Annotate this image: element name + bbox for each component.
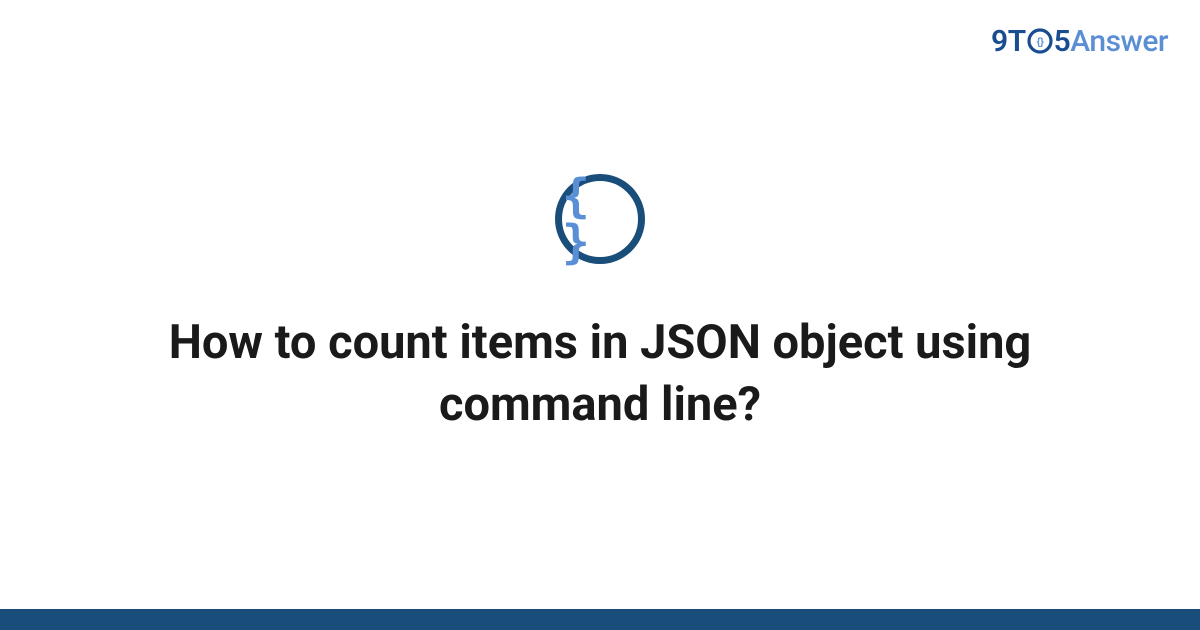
json-category-icon: { }	[555, 174, 645, 264]
question-title: How to count items in JSON object using …	[80, 312, 1120, 436]
braces-icon: { }	[562, 173, 638, 265]
footer-bar	[0, 609, 1200, 630]
content-area: { } How to count items in JSON object us…	[0, 0, 1200, 610]
